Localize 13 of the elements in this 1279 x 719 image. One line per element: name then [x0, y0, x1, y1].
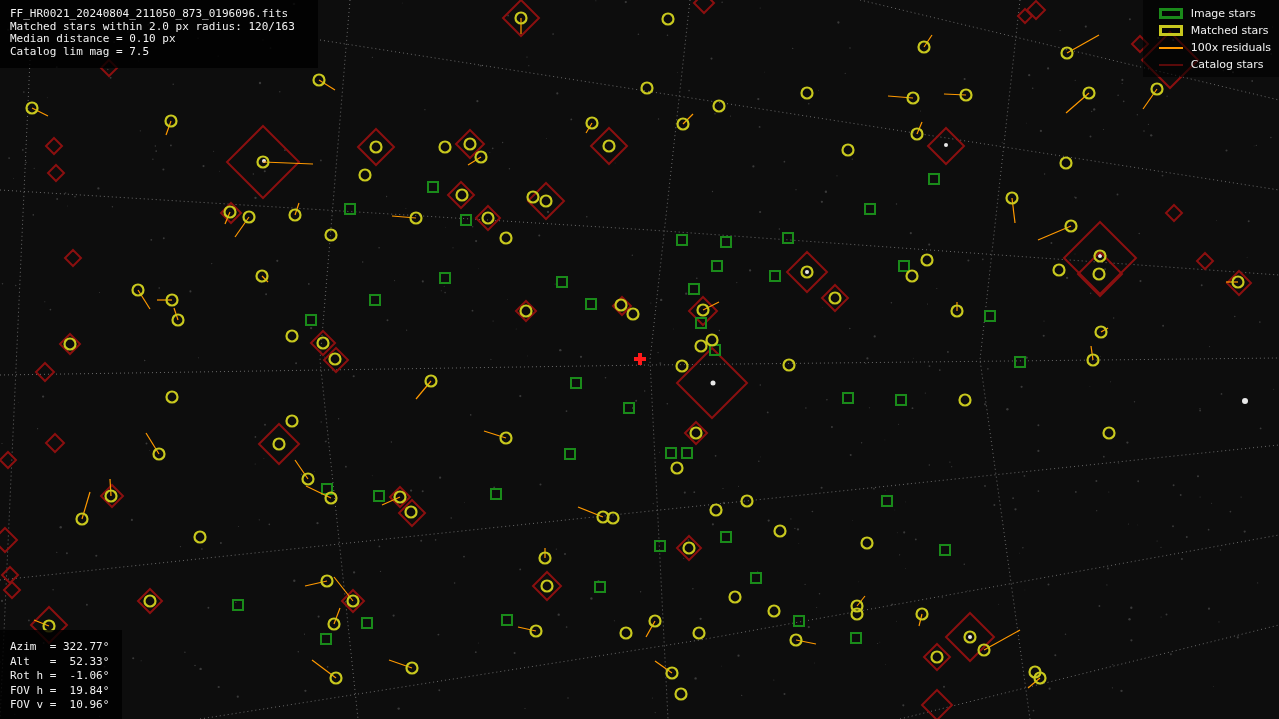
info-text: Matched stars within 2.0 px radius: 120/163 — [10, 20, 296, 33]
legend-label: Matched stars — [1190, 22, 1269, 39]
pointing-text: FOV h = 19.84° — [10, 683, 110, 698]
legend-label: Catalog stars — [1190, 56, 1264, 73]
pointing-text: Alt = 52.33° — [10, 654, 110, 669]
legend-label: 100x residuals — [1190, 39, 1271, 56]
pointing-text: Rot h = -1.06° — [10, 669, 110, 684]
info-text: FF_HR0021_20240804_211050_873_0196096.fits — [10, 8, 290, 21]
info-text: Catalog lim mag = 7.5 — [10, 45, 151, 58]
pointing-text: FOV v = 10.96° — [10, 698, 110, 713]
info-text: Median distance = 0.10 px — [10, 33, 177, 46]
legend-label: Image stars — [1190, 5, 1256, 22]
pointing-text: Azim = 322.77° — [10, 640, 110, 655]
